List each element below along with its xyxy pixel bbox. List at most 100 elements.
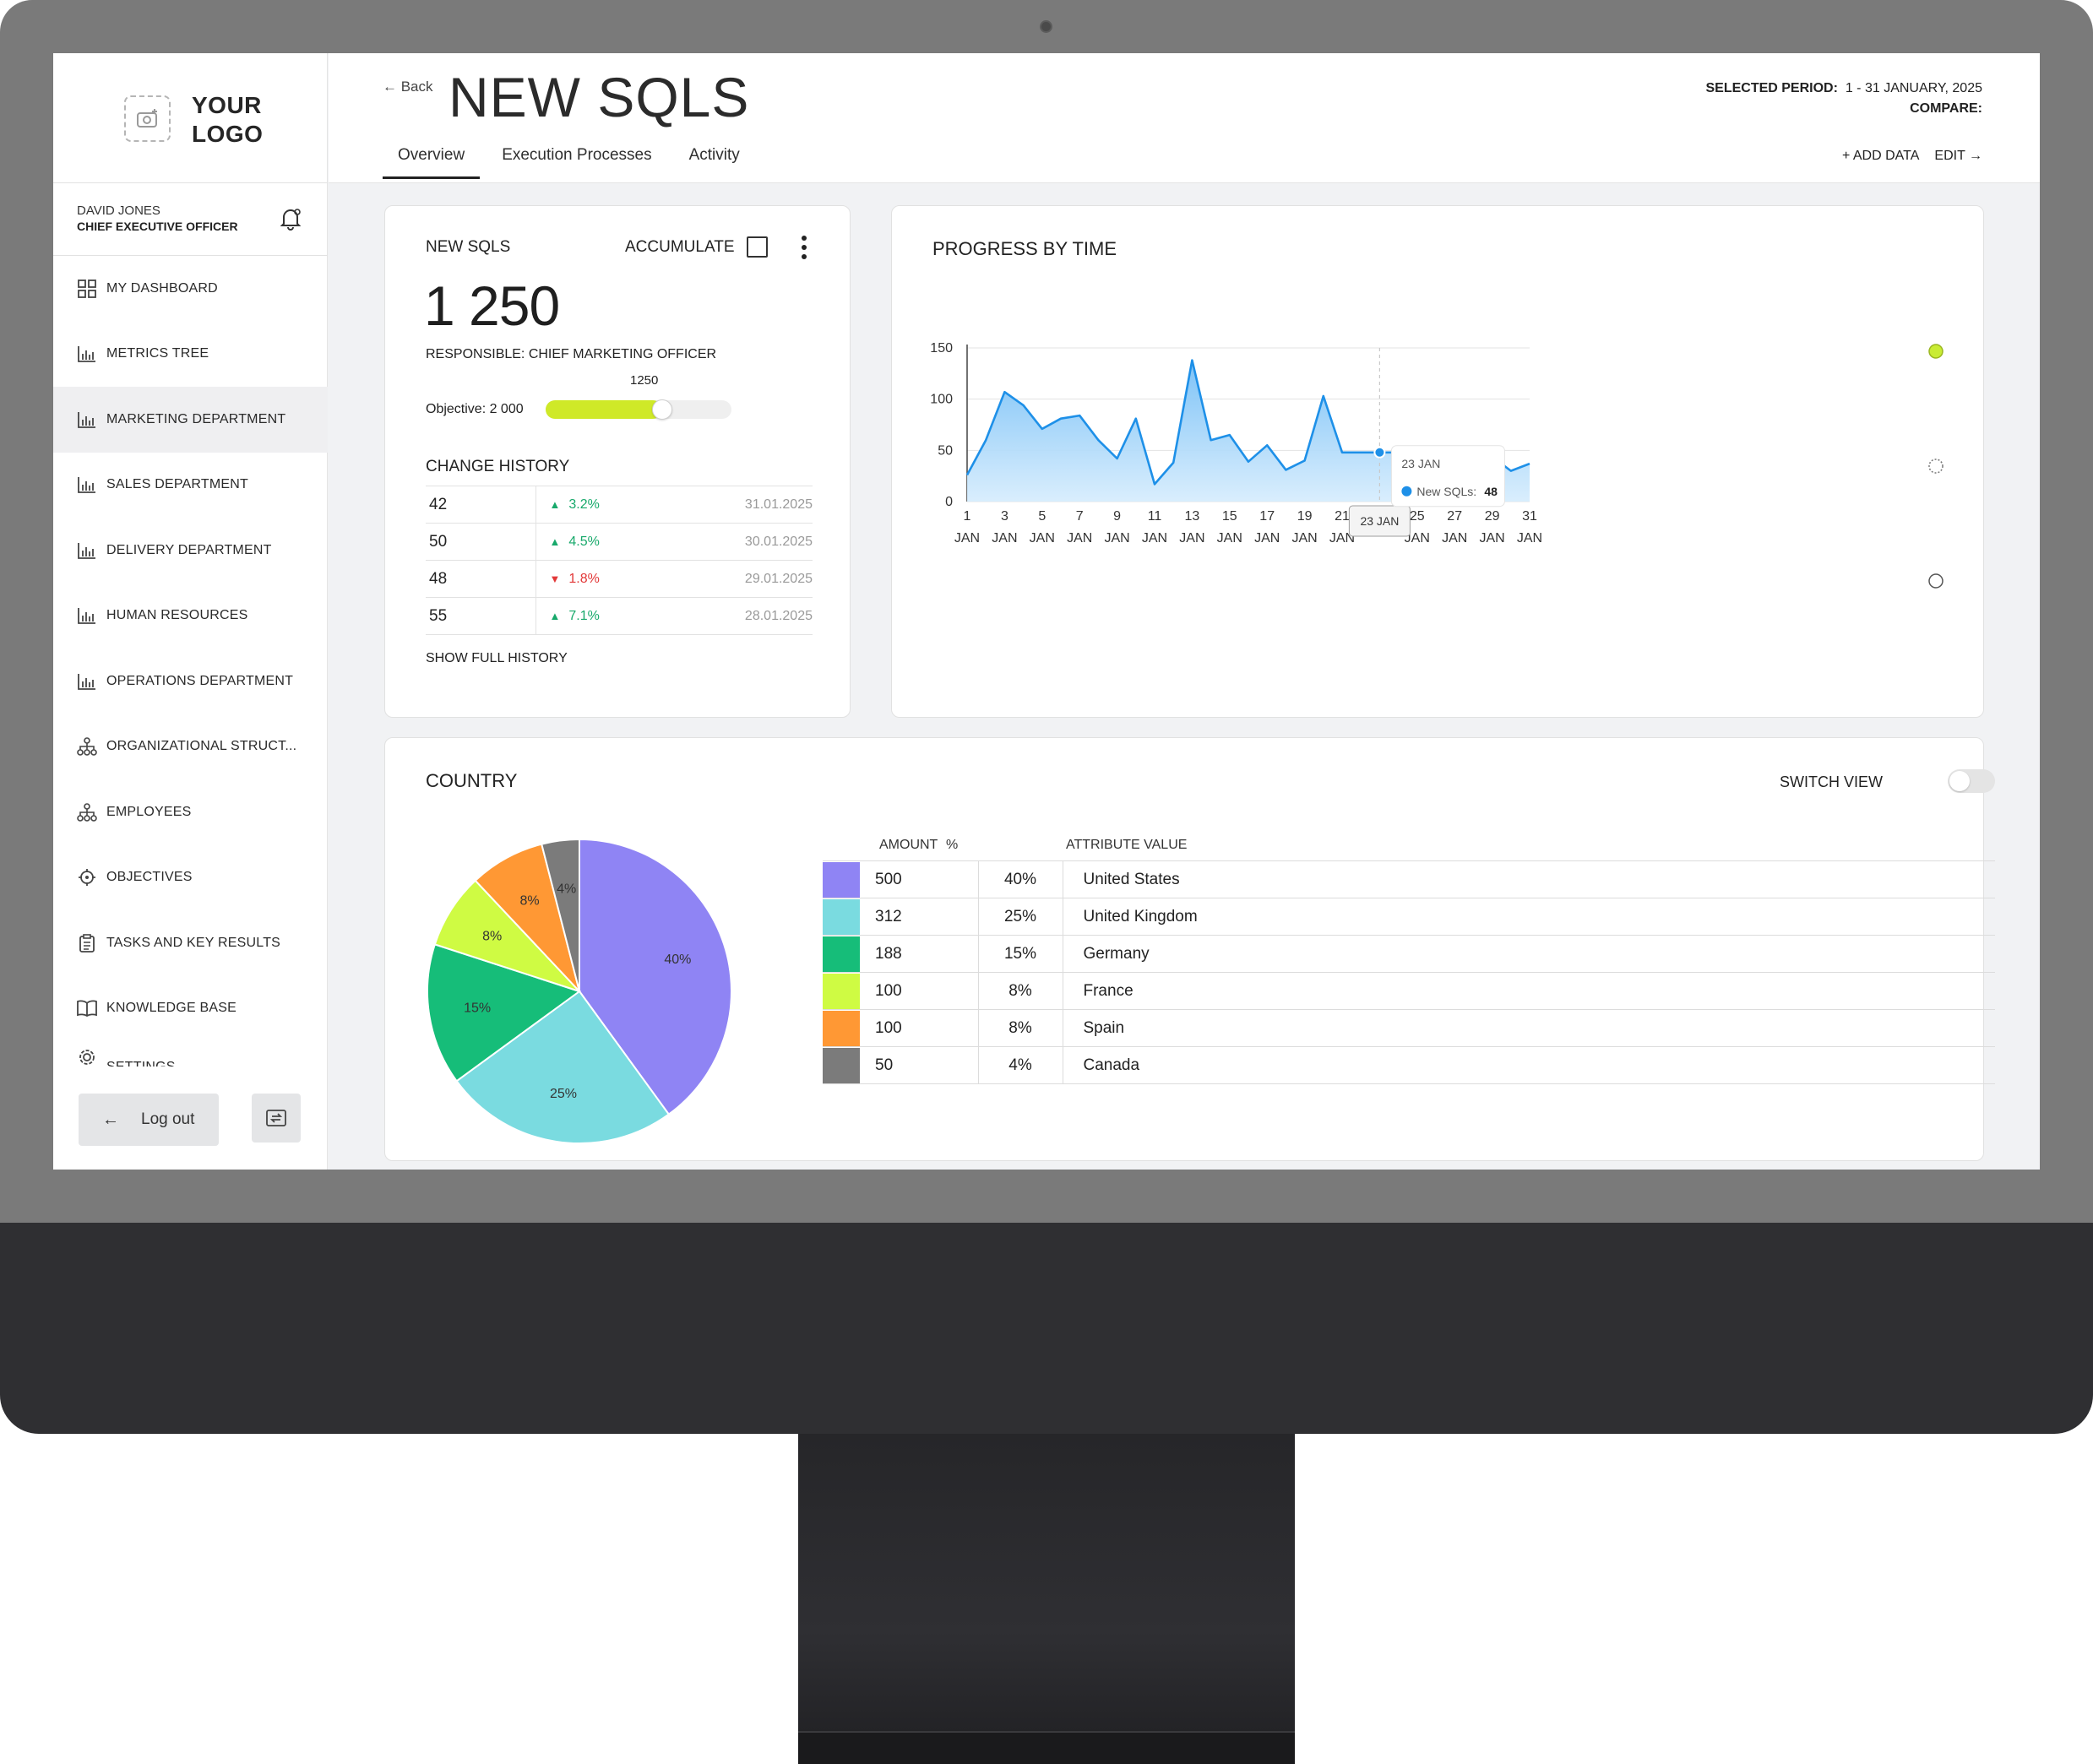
percent-cell: 4% <box>978 1046 1063 1084</box>
sidebar-item-organizational-structure[interactable]: ORGANIZATIONAL STRUCT... <box>53 714 328 780</box>
sidebar-item-metrics-tree[interactable]: METRICS TREE <box>53 322 328 388</box>
bar-chart-icon <box>77 345 97 363</box>
history-date: 28.01.2025 <box>670 597 813 635</box>
history-change-value: 4.5% <box>568 534 600 549</box>
country-row[interactable]: 500 40% United States <box>823 860 1995 898</box>
sidebar-item-objectives[interactable]: OBJECTIVES <box>53 845 328 911</box>
x-tick-sublabel: JAN <box>1479 531 1504 545</box>
attribute-cell: France <box>1063 972 1995 1010</box>
period-info: SELECTED PERIOD: 1 - 31 JANUARY, 2025 CO… <box>1705 79 1982 119</box>
change-history-title: CHANGE HISTORY <box>426 458 570 475</box>
x-tick-sublabel: JAN <box>1291 531 1317 545</box>
switch-account-button[interactable] <box>252 1094 301 1143</box>
bell-icon[interactable] <box>280 207 302 231</box>
tooltip-value: 48 <box>1484 485 1498 498</box>
sidebar-item-marketing-department[interactable]: MARKETING DEPARTMENT <box>53 387 328 453</box>
sidebar-item-label: SALES DEPARTMENT <box>106 477 248 492</box>
sidebar-item-label: OBJECTIVES <box>106 870 193 885</box>
pie-label: 8% <box>482 929 502 943</box>
show-full-history-link[interactable]: SHOW FULL HISTORY <box>426 651 568 666</box>
country-row[interactable]: 312 25% United Kingdom <box>823 898 1995 936</box>
history-change: ▼ 1.8% <box>535 560 671 598</box>
sidebar-item-tasks-and-key-results[interactable]: TASKS AND KEY RESULTS <box>53 910 328 976</box>
settings-icon <box>77 1048 97 1067</box>
x-tick-label: 21 <box>1335 509 1350 524</box>
sidebar-item-label: HUMAN RESOURCES <box>106 608 248 623</box>
sidebar-item-knowledge-base[interactable]: KNOWLEDGE BASE <box>53 976 328 1042</box>
legend-dot-empty[interactable] <box>1928 573 1944 589</box>
sidebar-item-delivery-department[interactable]: DELIVERY DEPARTMENT <box>53 518 328 583</box>
x-tick-label: 19 <box>1297 509 1313 524</box>
change-history-table: 42 ▲ 3.2% 31.01.2025 50 ▲ 4.5% 30.01.2025 48 ▼ 1.8… <box>426 486 813 635</box>
selected-period-value: 1 - 31 JANUARY, 2025 <box>1845 81 1982 95</box>
history-value: 48 <box>426 560 535 598</box>
accumulate-label: ACCUMULATE <box>625 238 735 256</box>
more-options-icon[interactable] <box>800 236 808 259</box>
sidebar-item-operations-department[interactable]: OPERATIONS DEPARTMENT <box>53 649 328 714</box>
column-header-attribute: ATTRIBUTE VALUE <box>1066 838 1188 852</box>
add-data-button[interactable]: + ADD DATA <box>1842 149 1919 164</box>
legend-dot-active[interactable] <box>1928 344 1944 359</box>
accumulate-checkbox[interactable] <box>747 236 768 258</box>
tooltip-series-dot <box>1401 486 1412 497</box>
x-tick-label: 5 <box>1038 509 1046 524</box>
x-tick-label: 7 <box>1076 509 1084 524</box>
monitor-chin <box>0 1223 2093 1434</box>
switch-view-toggle[interactable] <box>1948 769 1995 793</box>
switch-account-icon <box>266 1110 286 1126</box>
bar-chart-icon <box>77 672 97 691</box>
history-change-value: 3.2% <box>568 497 600 512</box>
tab-overview[interactable]: Overview <box>383 146 481 179</box>
logo-text[interactable]: YOUR LOGO <box>192 91 293 149</box>
amount-cell: 100 <box>860 972 979 1010</box>
hover-x-label: 23 JAN <box>1360 514 1399 528</box>
legend-dot-dashed[interactable] <box>1928 459 1944 474</box>
history-row: 42 ▲ 3.2% 31.01.2025 <box>426 486 813 524</box>
sidebar-item-my-dashboard[interactable]: MY DASHBOARD <box>53 256 328 322</box>
sidebar-item-sales-department[interactable]: SALES DEPARTMENT <box>53 453 328 518</box>
logout-button[interactable]: ← Log out <box>79 1094 219 1146</box>
pie-label: 15% <box>464 1001 491 1015</box>
sidebar-item-settings[interactable]: SETTINGS <box>53 1041 328 1067</box>
kpi-progress-bar <box>546 399 731 420</box>
org-chart-icon <box>77 737 97 757</box>
country-title: COUNTRY <box>426 770 518 791</box>
country-row[interactable]: 50 4% Canada <box>823 1046 1995 1084</box>
percent-cell: 25% <box>978 898 1063 936</box>
x-tick-sublabel: JAN <box>954 531 980 545</box>
pie-label: 8% <box>519 894 539 909</box>
sidebar-item-human-resources[interactable]: HUMAN RESOURCES <box>53 583 328 649</box>
country-row[interactable]: 100 8% Spain <box>823 1009 1995 1047</box>
monitor-stand-foot <box>798 1731 1295 1764</box>
x-tick-sublabel: JAN <box>1217 531 1242 545</box>
hover-point[interactable] <box>1373 446 1386 459</box>
bar-chart-icon <box>77 541 97 560</box>
color-swatch <box>823 1009 860 1047</box>
user-profile[interactable]: DAVID JONES CHIEF EXECUTIVE OFFICER <box>53 183 328 256</box>
color-swatch <box>823 935 860 973</box>
image-placeholder-icon <box>124 95 171 142</box>
tab-activity[interactable]: Activity <box>674 146 755 179</box>
country-row[interactable]: 100 8% France <box>823 972 1995 1010</box>
amount-cell: 50 <box>860 1046 979 1084</box>
column-header-amount: AMOUNT <box>879 838 938 852</box>
country-row[interactable]: 188 15% Germany <box>823 935 1995 973</box>
back-link[interactable]: ← Back <box>383 79 433 95</box>
progress-card: PROGRESS BY TIME 0 50 100 150 1 JAN 3 JAN 5 JAN 7 J… <box>891 205 1984 718</box>
kpi-progress-fill <box>546 400 662 419</box>
attribute-cell: United Kingdom <box>1063 898 1995 936</box>
edit-button[interactable]: EDIT → <box>1934 149 1982 164</box>
kpi-value: 1 250 <box>424 274 560 337</box>
tab-execution-processes[interactable]: Execution Processes <box>487 146 666 179</box>
tabs: Overview Execution Processes Activity <box>383 146 762 179</box>
y-tick-label: 150 <box>930 341 953 356</box>
sidebar-item-label: TASKS AND KEY RESULTS <box>106 935 281 950</box>
sidebar-item-employees[interactable]: EMPLOYEES <box>53 779 328 845</box>
compare-label[interactable]: COMPARE: <box>1910 101 1982 116</box>
kpi-progress-knob[interactable] <box>651 399 672 420</box>
logo-area: YOUR LOGO <box>53 53 328 183</box>
amount-cell: 500 <box>860 860 979 898</box>
sidebar-nav: MY DASHBOARD METRICS TREE MARKETING DEPA… <box>53 256 328 1067</box>
country-table: 500 40% United States 312 25% United Kingdom 1… <box>823 860 1995 1084</box>
selected-period[interactable]: SELECTED PERIOD: 1 - 31 JANUARY, 2025 <box>1705 79 1982 99</box>
